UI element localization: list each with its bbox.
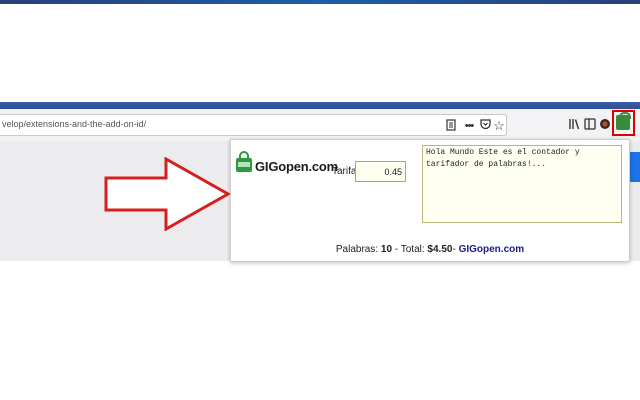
profile-icon[interactable] xyxy=(598,118,612,132)
browser-titlebar xyxy=(0,102,640,109)
words-label: Palabras: xyxy=(335,244,381,255)
logo-text: GIGopen.com xyxy=(255,159,339,174)
footer-brand-link[interactable]: GIGopen.com xyxy=(459,244,525,255)
red-arrow-annotation xyxy=(104,157,230,231)
tarifa-input[interactable] xyxy=(355,161,406,182)
words-count: 10 xyxy=(380,244,393,255)
total-value: $4.50 xyxy=(427,244,453,255)
total-label: - Total: xyxy=(392,244,428,255)
sidebar-icon[interactable] xyxy=(583,118,597,132)
url-text: velop/extensions-and-the-add-on-id/ xyxy=(2,119,147,129)
pocket-icon[interactable] xyxy=(478,119,492,133)
window-top-strip xyxy=(0,0,640,4)
gigopen-extension-icon[interactable] xyxy=(616,112,631,130)
page-actions-icon[interactable]: ••• xyxy=(462,119,476,133)
extension-popup: GIGopen.com Tarifa: Hola Mundo Este es e… xyxy=(230,139,630,262)
word-count-footer: Palabras: 10 - Total: $4.50- GIGopen.com xyxy=(231,244,629,255)
reader-view-icon[interactable] xyxy=(444,119,458,133)
shopping-bag-icon xyxy=(236,151,252,172)
bookmark-star-icon[interactable]: ☆ xyxy=(492,119,506,133)
library-icon[interactable] xyxy=(567,118,581,132)
address-bar[interactable]: velop/extensions-and-the-add-on-id/ ••• … xyxy=(0,114,507,136)
text-input-area[interactable]: Hola Mundo Este es el contador y tarifad… xyxy=(422,145,622,223)
